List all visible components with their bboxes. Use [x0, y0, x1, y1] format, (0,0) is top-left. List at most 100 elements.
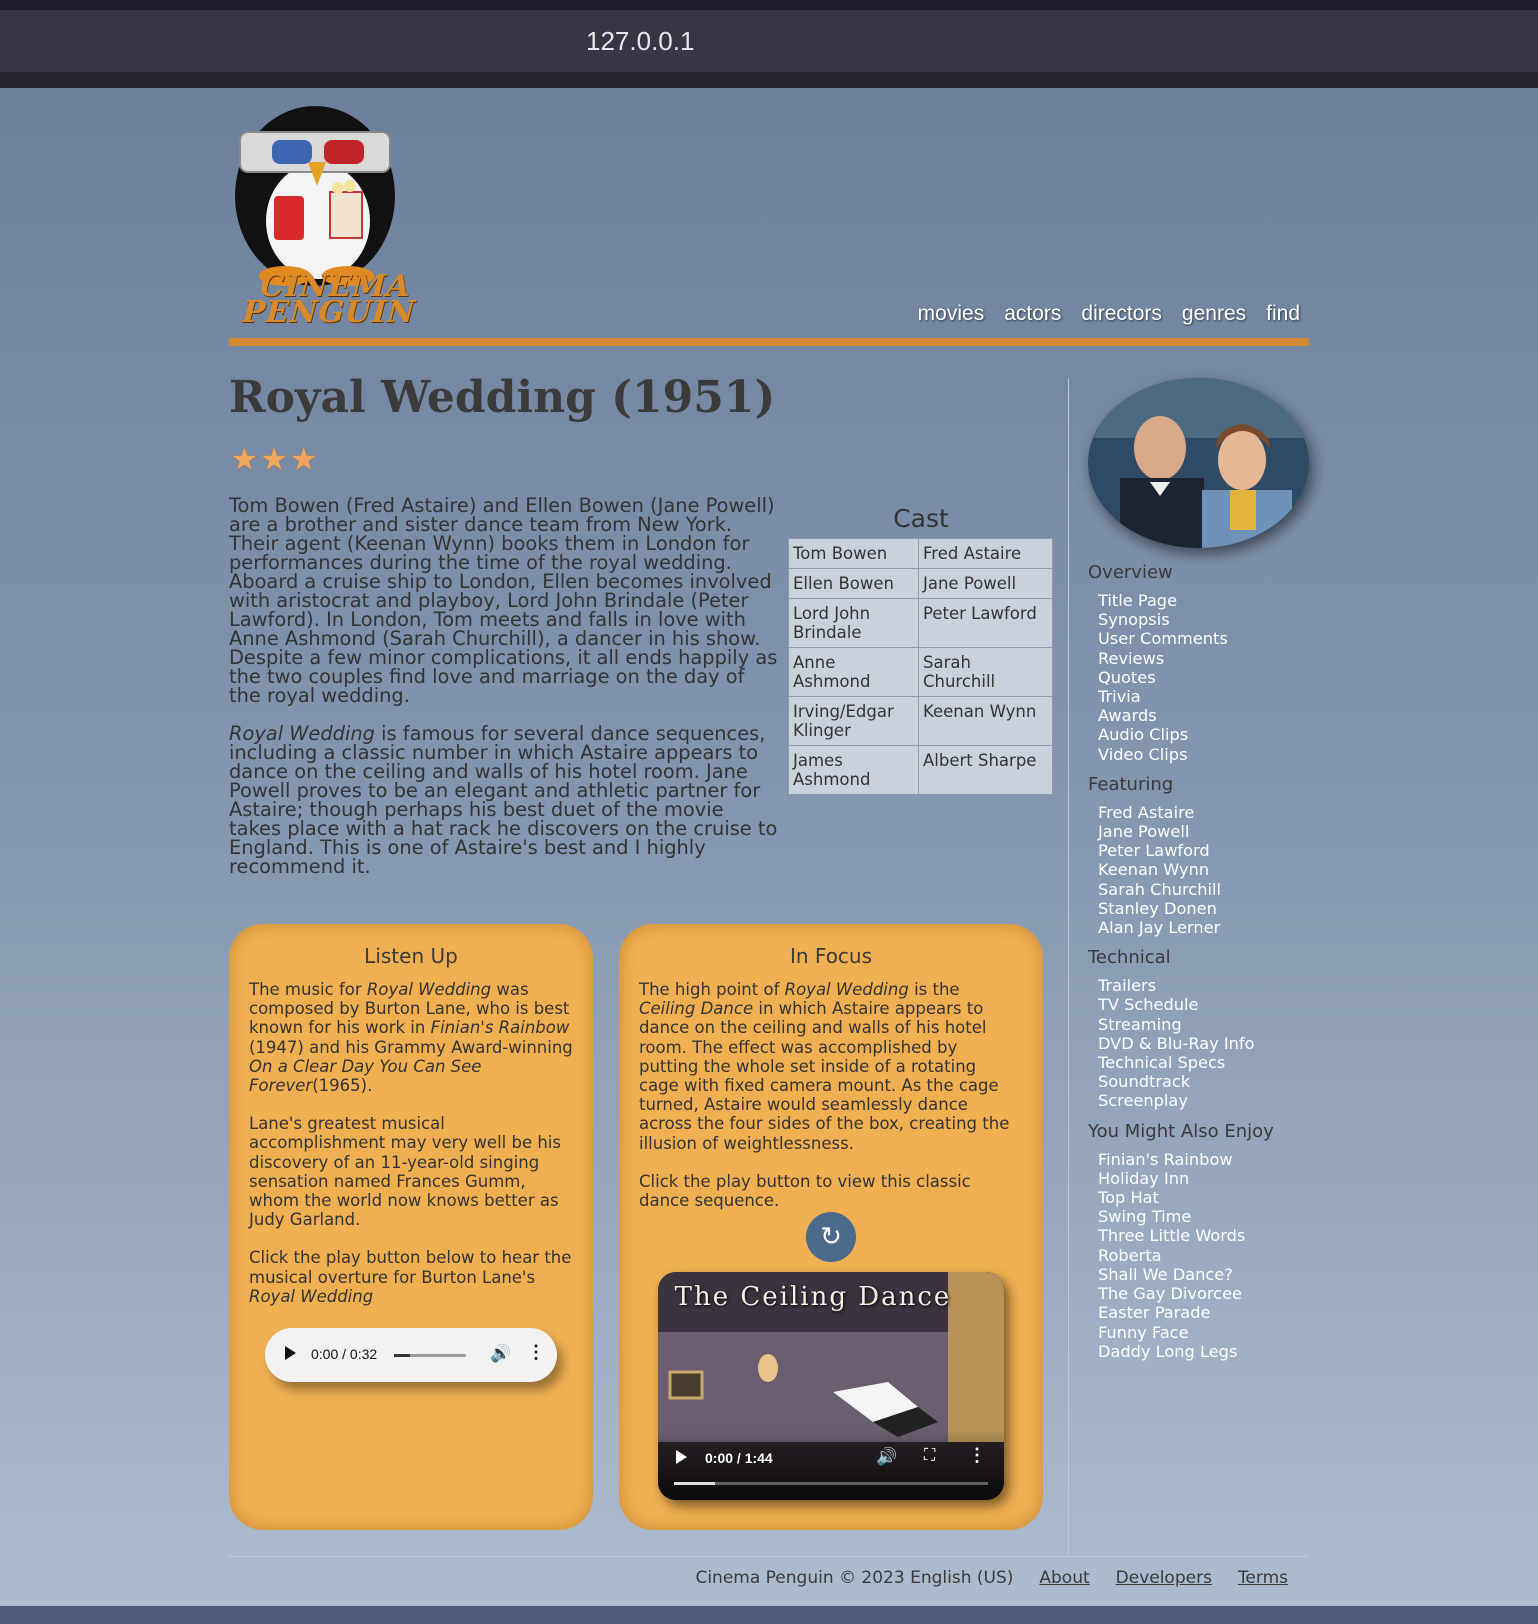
page-bottom-bar	[0, 1606, 1538, 1624]
italic-title: Finian's Rainbow	[430, 1018, 570, 1038]
sidebar-item[interactable]: Awards	[1098, 706, 1157, 725]
in-focus-heading: In Focus	[789, 944, 873, 968]
replay-icon[interactable]: ↻	[806, 1212, 856, 1262]
italic-title: Ceiling Dance	[639, 999, 754, 1019]
fullscreen-icon[interactable]: ⛶	[924, 1447, 935, 1465]
volume-icon[interactable]: 🔊	[876, 1447, 897, 1467]
role-cell: Anne Ashmond	[788, 647, 919, 697]
sidebar-item[interactable]: TV Schedule	[1098, 995, 1199, 1014]
sidebar-item[interactable]: Three Little Words	[1098, 1226, 1245, 1245]
nav-actors[interactable]: actors	[1004, 302, 1061, 326]
actor-cell: Albert Sharpe	[918, 745, 1053, 795]
footer: Cinema Penguin © 2023 English (US) About…	[695, 1568, 1288, 1588]
main-nav: movies actors directors genres find	[918, 302, 1300, 326]
copyright: Cinema Penguin © 2023 English (US)	[695, 1568, 1014, 1588]
nav-genres[interactable]: genres	[1182, 302, 1246, 326]
sidebar-item[interactable]: DVD & Blu-Ray Info	[1098, 1034, 1255, 1053]
sidebar-item[interactable]: Swing Time	[1098, 1207, 1191, 1226]
play-icon[interactable]	[676, 1450, 687, 1464]
audio-progress-bar[interactable]	[394, 1354, 466, 1357]
sidebar-list-also-enjoy: Finian's Rainbow Holiday Inn Top Hat Swi…	[1098, 1150, 1318, 1361]
synopsis-paragraph: Tom Bowen (Fred Astaire) and Ellen Bowen…	[229, 494, 778, 707]
sidebar-item[interactable]: Audio Clips	[1098, 725, 1188, 744]
actor-cell: Jane Powell	[918, 568, 1053, 599]
sidebar-item[interactable]: Quotes	[1098, 668, 1156, 687]
audio-time: 0:00 / 0:32	[311, 1346, 378, 1362]
sidebar-item[interactable]: Fred Astaire	[1098, 803, 1194, 822]
nav-movies[interactable]: movies	[918, 302, 985, 326]
sidebar-item[interactable]: Stanley Donen	[1098, 899, 1217, 918]
role-cell: Ellen Bowen	[788, 568, 919, 599]
sidebar-item[interactable]: Soundtrack	[1098, 1072, 1190, 1091]
table-row: Irving/Edgar Klinger Keenan Wynn	[788, 696, 1053, 746]
text: is the	[908, 980, 960, 999]
cast-table: Tom Bowen Fred Astaire Ellen Bowen Jane Po…	[788, 538, 1053, 795]
page-title: Royal Wedding (1951)	[229, 372, 776, 423]
sidebar-item[interactable]: Trivia	[1098, 687, 1141, 706]
video-progress-fill	[674, 1482, 715, 1485]
sidebar-divider	[1068, 378, 1069, 1555]
sidebar-item[interactable]: Title Page	[1098, 591, 1177, 610]
url-text[interactable]: 127.0.0.1	[586, 26, 694, 57]
sidebar-item[interactable]: Daddy Long Legs	[1098, 1342, 1237, 1361]
video-time: 0:00 / 1:44	[705, 1450, 773, 1466]
sidebar-list-featuring: Fred Astaire Jane Powell Peter Lawford K…	[1098, 803, 1318, 937]
play-icon[interactable]	[285, 1346, 296, 1360]
text: (1947) and his Grammy Award-winning	[249, 1037, 573, 1057]
browser-toolbar-separator	[0, 72, 1538, 88]
volume-icon[interactable]: 🔊	[490, 1344, 511, 1364]
listen-up-paragraph: The music for Royal Wedding was composed…	[249, 980, 579, 1095]
browser-top-edge	[0, 0, 1538, 10]
role-cell: Tom Bowen	[788, 538, 919, 569]
listen-up-paragraph-2: Lane's greatest musical accomplishment m…	[249, 1114, 561, 1230]
sidebar-heading-also-enjoy: You Might Also Enjoy	[1088, 1120, 1274, 1142]
sidebar: Overview Title Page Synopsis User Commen…	[1088, 562, 1318, 1371]
nav-find[interactable]: find	[1266, 302, 1300, 326]
audio-player[interactable]: 0:00 / 0:32 🔊 ⋮	[265, 1328, 557, 1382]
text: in which Astaire appears to dance on the…	[639, 999, 1010, 1153]
listen-up-paragraph-3: Click the play button below to hear the …	[249, 1248, 579, 1306]
sidebar-item[interactable]: Reviews	[1098, 649, 1164, 668]
more-options-icon[interactable]: ⋮	[968, 1445, 986, 1466]
sidebar-item[interactable]: Streaming	[1098, 1015, 1182, 1034]
sidebar-item[interactable]: Sarah Churchill	[1098, 880, 1221, 899]
listen-up-card: Listen Up The music for Royal Wedding wa…	[229, 924, 593, 1530]
more-options-icon[interactable]: ⋮	[527, 1342, 545, 1363]
sidebar-list-overview: Title Page Synopsis User Comments Review…	[1098, 591, 1318, 764]
star-rating: ★★★	[230, 440, 320, 478]
sidebar-item[interactable]: The Gay Divorcee	[1098, 1284, 1242, 1303]
sidebar-item[interactable]: User Comments	[1098, 629, 1228, 648]
sidebar-item[interactable]: Technical Specs	[1098, 1053, 1225, 1072]
footer-link-about[interactable]: About	[1039, 1568, 1089, 1588]
sidebar-item[interactable]: Finian's Rainbow	[1098, 1150, 1233, 1169]
sidebar-item[interactable]: Alan Jay Lerner	[1098, 918, 1220, 937]
synopsis-text: is famous for several dance sequences, i…	[229, 722, 778, 878]
sidebar-item[interactable]: Keenan Wynn	[1098, 860, 1209, 879]
sidebar-item[interactable]: Easter Parade	[1098, 1303, 1210, 1322]
sidebar-item[interactable]: Shall We Dance?	[1098, 1265, 1233, 1284]
sidebar-item[interactable]: Video Clips	[1098, 745, 1188, 764]
video-progress-bar[interactable]	[674, 1482, 988, 1485]
listen-up-body: The music for Royal Wedding was composed…	[249, 980, 579, 1325]
video-player[interactable]: The Ceiling Dance 0:00 / 1:44 🔊 ⛶ ⋮	[658, 1272, 1004, 1500]
penguin-logo-icon	[235, 106, 395, 286]
sidebar-item[interactable]: Jane Powell	[1098, 822, 1189, 841]
sidebar-item[interactable]: Funny Face	[1098, 1323, 1189, 1342]
sidebar-item[interactable]: Holiday Inn	[1098, 1169, 1189, 1188]
table-row: Lord John Brindale Peter Lawford	[788, 598, 1053, 648]
sidebar-item[interactable]: Screenplay	[1098, 1091, 1188, 1110]
role-cell: Lord John Brindale	[788, 598, 919, 648]
nav-directors[interactable]: directors	[1081, 302, 1162, 326]
sidebar-item[interactable]: Trailers	[1098, 976, 1156, 995]
sidebar-item[interactable]: Top Hat	[1098, 1188, 1159, 1207]
sidebar-item[interactable]: Roberta	[1098, 1246, 1162, 1265]
actor-cell: Peter Lawford	[918, 598, 1053, 648]
video-controls: 0:00 / 1:44 🔊 ⛶ ⋮	[658, 1430, 1004, 1500]
footer-link-terms[interactable]: Terms	[1238, 1568, 1288, 1588]
browser-address-bar[interactable]: 127.0.0.1	[0, 10, 1538, 72]
sidebar-item[interactable]: Synopsis	[1098, 610, 1170, 629]
text: The high point of	[639, 980, 785, 999]
sidebar-item[interactable]: Peter Lawford	[1098, 841, 1210, 860]
footer-link-developers[interactable]: Developers	[1116, 1568, 1212, 1588]
logo-wordmark[interactable]: CINEMA PENGUIN	[226, 269, 439, 330]
